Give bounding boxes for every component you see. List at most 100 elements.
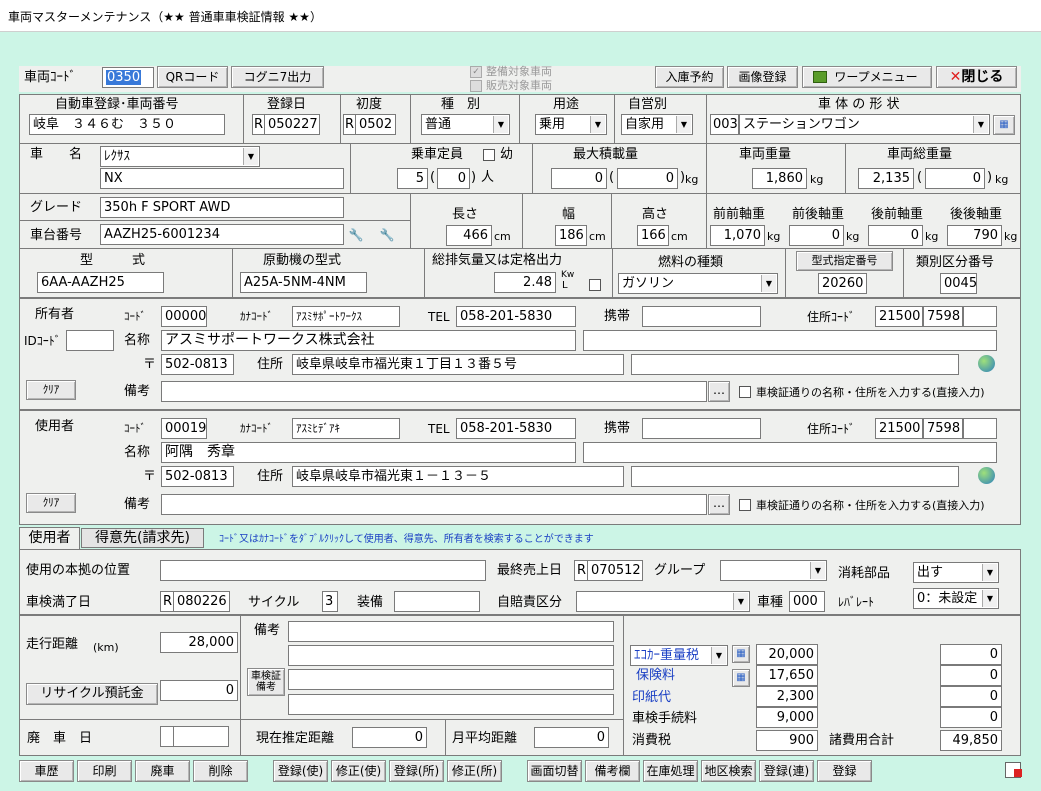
user-addr2-input[interactable] <box>631 466 959 487</box>
last-sale-input[interactable]: 070512 <box>587 560 643 581</box>
globe-icon[interactable] <box>978 355 995 372</box>
sales-target-checkbox[interactable] <box>470 80 482 92</box>
maintenance-target-checkbox[interactable]: ✓ <box>470 66 482 78</box>
fee-stamp[interactable]: 2,300 <box>756 686 818 707</box>
delete-button[interactable]: 削除 <box>193 760 248 782</box>
user-addr-input[interactable]: 岐阜県岐阜市福光東１－１３－５ <box>292 466 624 487</box>
inspection-era[interactable]: R <box>160 591 174 612</box>
modify-user-button[interactable]: 修正(使) <box>331 760 386 782</box>
gross2-input[interactable]: 0 <box>925 168 985 189</box>
register-button[interactable]: 登録 <box>817 760 872 782</box>
fee-insurance[interactable]: 17,650 <box>756 665 818 686</box>
child-checkbox[interactable] <box>483 149 495 161</box>
print-button[interactable]: 印刷 <box>77 760 132 782</box>
owner-clear-button[interactable]: ｸﾘｱ <box>26 380 76 400</box>
capacity-child-input[interactable]: 0 <box>437 168 470 189</box>
inspection-input[interactable]: 080226 <box>173 591 230 612</box>
fee-right-4[interactable]: 0 <box>940 707 1002 728</box>
displacement-checkbox[interactable] <box>589 279 601 291</box>
type-designation-button[interactable]: 型式指定番号 <box>796 251 893 271</box>
est-distance-input[interactable]: 0 <box>352 727 427 748</box>
owner-addr-code2[interactable]: 7598 <box>923 306 963 327</box>
engine-input[interactable]: A25A-5NM-4NM <box>240 272 367 293</box>
chassis-input[interactable]: AAZH25-6001234 <box>100 224 344 245</box>
user-direct-input-checkbox[interactable] <box>739 499 751 511</box>
fee-right-1[interactable]: 0 <box>940 644 1002 665</box>
owner-addr-input[interactable]: 岐阜県岐阜市福光東１丁目１３番５号 <box>292 354 624 375</box>
fee-total[interactable]: 49,850 <box>940 730 1002 751</box>
max-load2-input[interactable]: 0 <box>617 168 678 189</box>
recycle-deposit-button[interactable]: リサイクル預託金 <box>26 683 158 705</box>
last-sale-era[interactable]: R <box>574 560 588 581</box>
register-user-button[interactable]: 登録(使) <box>273 760 328 782</box>
vehicle-code-input[interactable]: 0350 <box>102 67 154 88</box>
user-mobile-input[interactable] <box>642 418 761 439</box>
body-shape-select[interactable]: ステーションワゴン ▼ <box>739 114 990 135</box>
length-input[interactable]: 466 <box>446 225 492 246</box>
owner-memo-input[interactable] <box>161 381 707 402</box>
owner-zip-input[interactable]: 502-0813 <box>161 354 234 375</box>
user-memo-input[interactable] <box>161 494 707 515</box>
globe-icon[interactable] <box>978 467 995 484</box>
owner-id-input[interactable] <box>66 330 114 351</box>
cycle-input[interactable]: 3 <box>322 591 338 612</box>
entry-reservation-button[interactable]: 入庫予約 <box>655 66 724 88</box>
owner-addr-code1[interactable]: 21500 <box>875 306 923 327</box>
distance-input[interactable]: 28,000 <box>160 632 238 653</box>
register-owner-button[interactable]: 登録(所) <box>389 760 444 782</box>
max-load-input[interactable]: 0 <box>551 168 607 189</box>
rate-select[interactable]: 0：未設定 ▼ <box>913 588 999 609</box>
image-register-button[interactable]: 画像登録 <box>727 66 798 88</box>
fuel-select[interactable]: ガソリン ▼ <box>618 273 778 294</box>
reg-date-input[interactable]: 050227 <box>264 114 320 135</box>
wrench-icon[interactable]: 🔧 <box>378 226 396 244</box>
gross-input[interactable]: 2,135 <box>858 168 914 189</box>
fr-axle-input[interactable]: 0 <box>789 225 844 246</box>
memo2-input[interactable] <box>288 645 614 666</box>
location-input[interactable] <box>160 560 486 581</box>
register-continuous-button[interactable]: 登録(連) <box>759 760 814 782</box>
monthly-distance-input[interactable]: 0 <box>534 727 609 748</box>
cert-memo2-input[interactable] <box>288 694 614 715</box>
body-shape-code[interactable]: 003 <box>710 114 739 135</box>
private-select[interactable]: 自家用 ▼ <box>621 114 693 135</box>
fee-right-3[interactable]: 0 <box>940 686 1002 707</box>
scrap-date-input[interactable] <box>173 726 229 747</box>
fee-right-2[interactable]: 0 <box>940 665 1002 686</box>
fee-service[interactable]: 9,000 <box>756 707 818 728</box>
word-menu-button[interactable]: ワープメニュー <box>802 66 932 88</box>
owner-direct-input-checkbox[interactable] <box>739 386 751 398</box>
recycle-input[interactable]: 0 <box>160 680 238 701</box>
equipment-input[interactable] <box>394 591 480 612</box>
user-addr-code3[interactable] <box>963 418 997 439</box>
rr-axle-input[interactable]: 790 <box>947 225 1002 246</box>
modify-owner-button[interactable]: 修正(所) <box>447 760 502 782</box>
export-icon[interactable] <box>1005 762 1022 778</box>
screen-switch-button[interactable]: 画面切替 <box>527 760 582 782</box>
owner-name2-input[interactable] <box>583 330 997 351</box>
memo1-input[interactable] <box>288 621 614 642</box>
close-button[interactable]: ✕閉じる <box>936 66 1017 88</box>
width-input[interactable]: 186 <box>555 225 587 246</box>
model-name-input[interactable]: NX <box>100 168 344 189</box>
kind-select[interactable]: 普通 ▼ <box>421 114 510 135</box>
displacement-input[interactable]: 2.48 <box>494 272 556 293</box>
user-kana-input[interactable]: ｱｽﾐﾋﾃﾞｱｷ <box>292 418 400 439</box>
tab-user[interactable]: 使用者 <box>19 527 80 549</box>
stamp-fee-label[interactable]: 印紙代 <box>632 688 671 707</box>
grade-input[interactable]: 350h F SPORT AWD <box>100 197 344 218</box>
owner-mobile-input[interactable] <box>642 306 761 327</box>
owner-memo-more-button[interactable]: … <box>708 381 730 402</box>
insurance-fee-label[interactable]: 保険料 <box>636 666 675 685</box>
stock-process-button[interactable]: 在庫処理 <box>643 760 698 782</box>
owner-code-input[interactable]: 00000 <box>161 306 207 327</box>
scrap-date-era[interactable] <box>160 726 174 747</box>
ff-axle-input[interactable]: 1,070 <box>710 225 765 246</box>
car-type-input[interactable]: 000 <box>789 591 825 612</box>
memo-column-button[interactable]: 備考欄 <box>585 760 640 782</box>
capacity-input[interactable]: 5 <box>397 168 428 189</box>
user-addr-code2[interactable]: 7598 <box>923 418 963 439</box>
fee-weight-tax[interactable]: 20,000 <box>756 644 818 665</box>
first-reg-input[interactable]: 0502 <box>355 114 396 135</box>
owner-name-input[interactable]: アスミサポートワークス株式会社 <box>161 330 576 351</box>
